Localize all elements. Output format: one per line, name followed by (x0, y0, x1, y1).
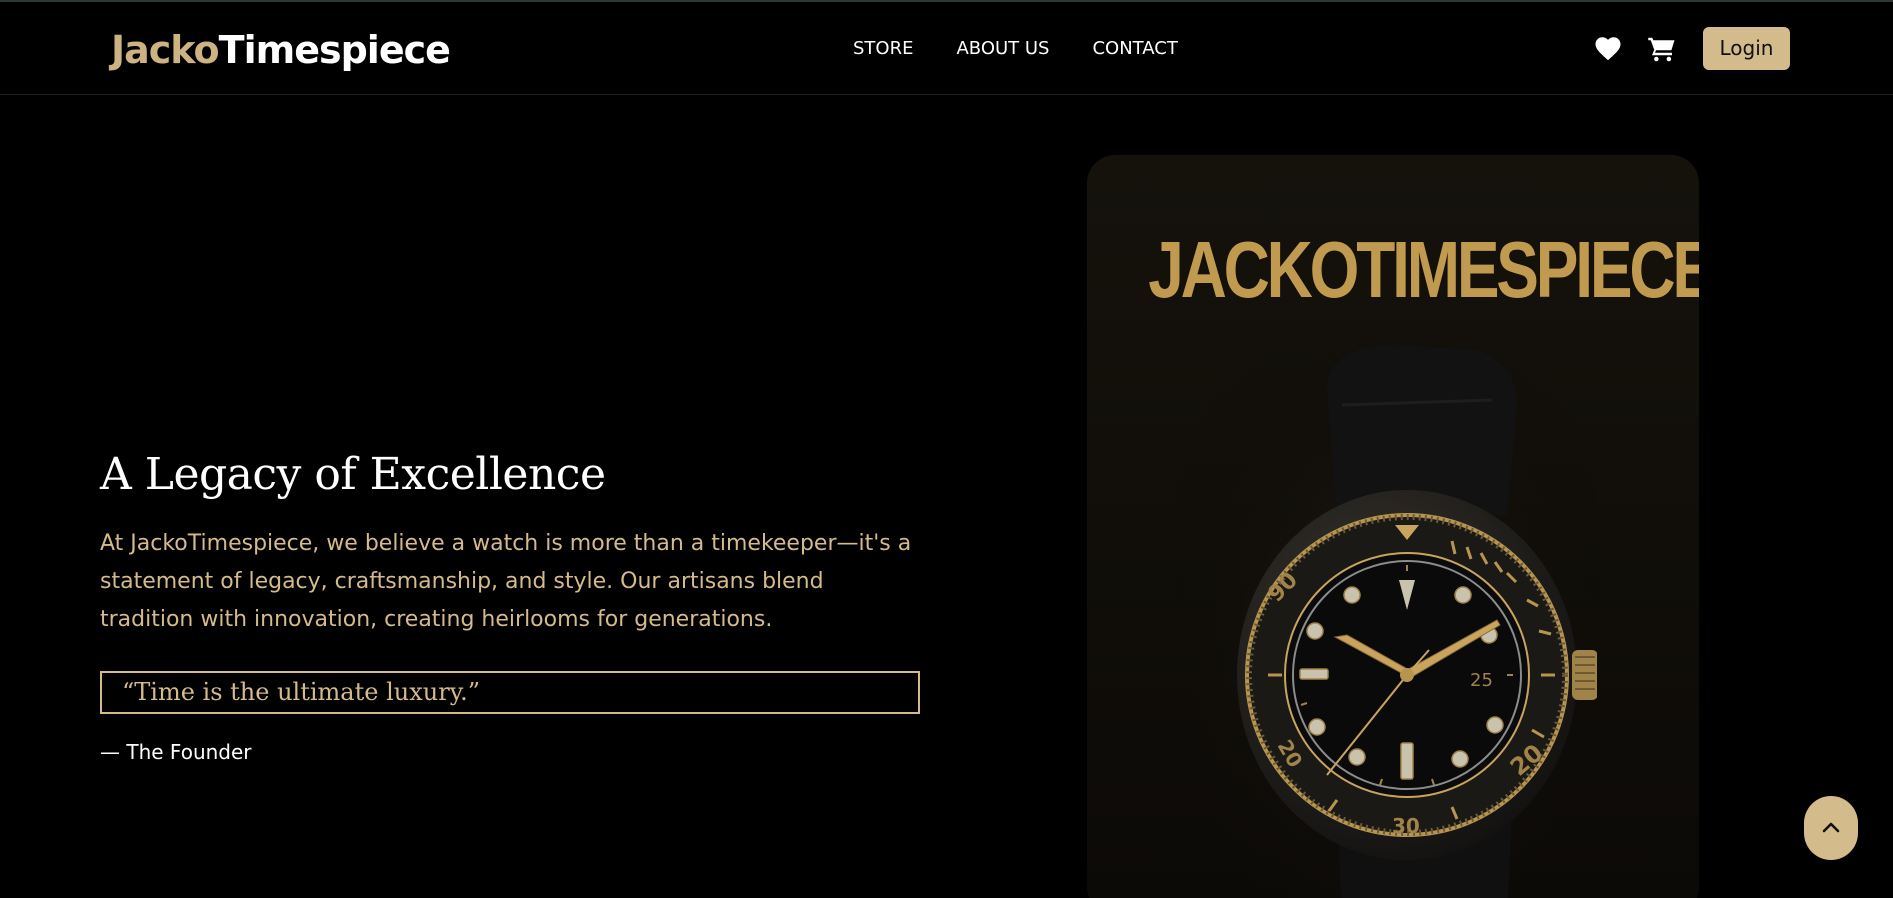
watch-card-title: JACKOTIMESPIECE (1148, 225, 1699, 314)
navbar: JackoTimespiece STORE ABOUT US CONTACT L… (0, 2, 1893, 95)
quote-author: — The Founder (100, 740, 252, 764)
nav-link-store[interactable]: STORE (853, 36, 913, 62)
date-window: 25 (1470, 670, 1493, 691)
brand-logo-part2: Timespiece (218, 28, 451, 72)
hero-title: A Legacy of Excellence (100, 449, 606, 500)
svg-text:30: 30 (1392, 814, 1420, 838)
brand-logo[interactable]: JackoTimespiece (111, 25, 451, 75)
watch-card: JACKOTIMESPIECE 90 20 30 20 25 (1087, 155, 1699, 898)
nav-link-contact[interactable]: CONTACT (1092, 36, 1177, 62)
login-button[interactable]: Login (1703, 27, 1790, 70)
chevron-up-icon (1822, 822, 1840, 833)
watch-image: 90 20 30 20 25 (1177, 345, 1597, 898)
nav-link-about-us[interactable]: ABOUT US (956, 36, 1049, 62)
quote-text: “Time is the ultimate luxury.” (122, 678, 480, 706)
nav-links: STORE ABOUT US CONTACT (853, 36, 1178, 62)
hero-description: At JackoTimespiece, we believe a watch i… (100, 531, 912, 632)
heart-icon[interactable] (1593, 34, 1623, 64)
scroll-to-top-button[interactable] (1804, 796, 1858, 860)
page: JackoTimespiece STORE ABOUT US CONTACT L… (0, 0, 1893, 898)
hero-section: A Legacy of Excellence At JackoTimespiec… (100, 445, 920, 766)
brand-logo-part1: Jacko (111, 28, 220, 72)
quote-box: “Time is the ultimate luxury.” (100, 671, 920, 714)
cart-icon[interactable] (1647, 34, 1677, 64)
